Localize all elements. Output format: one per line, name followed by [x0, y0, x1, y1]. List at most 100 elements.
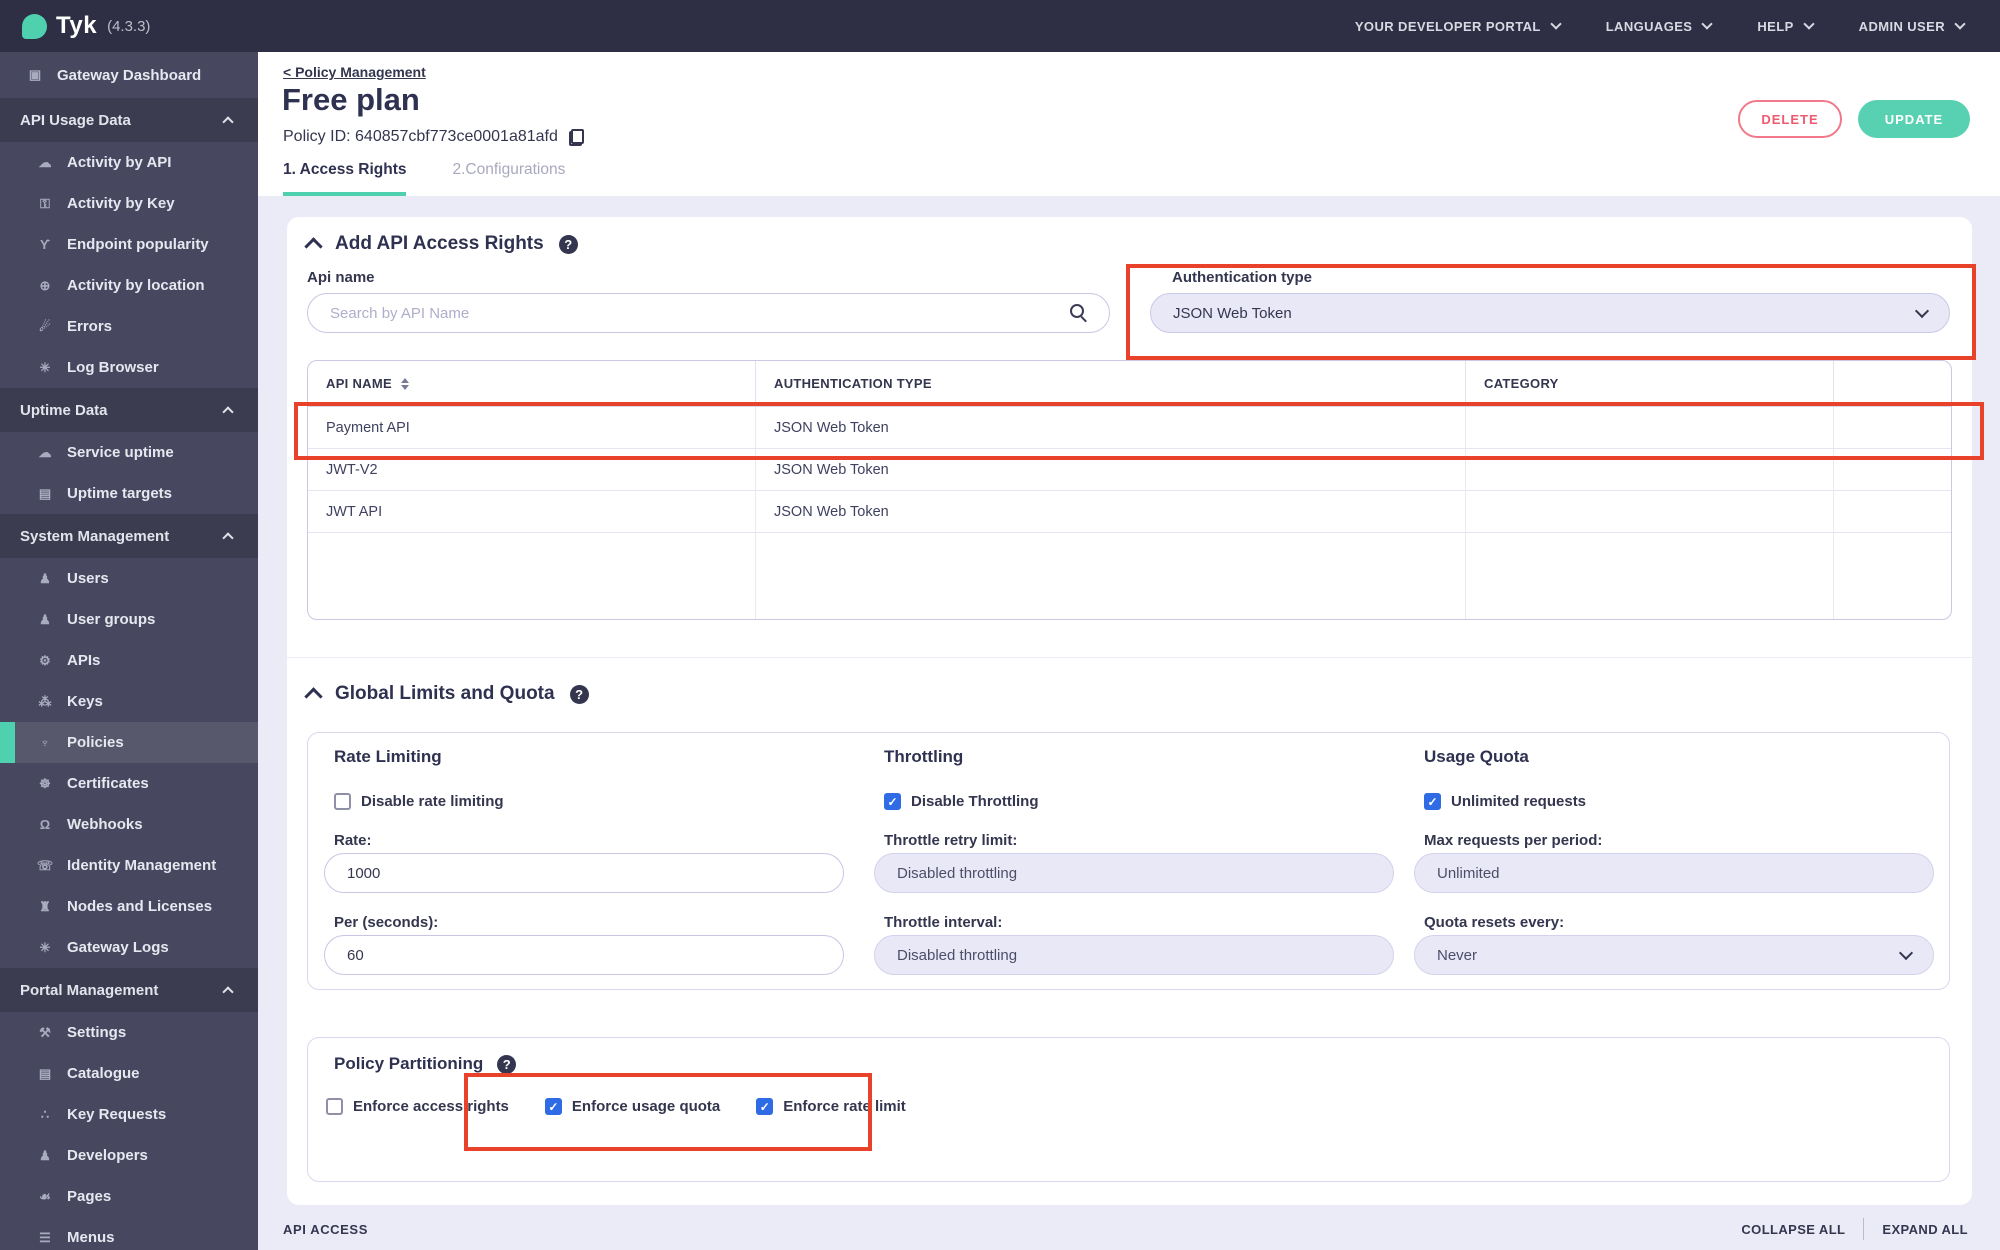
sidebar-item-keys[interactable]: ⁂ Keys	[0, 681, 258, 722]
sidebar-item-activity-by-key[interactable]: ⚿ Activity by Key	[0, 183, 258, 224]
page-title: Free plan	[282, 82, 420, 117]
delete-button[interactable]: DELETE	[1738, 100, 1842, 138]
list-icon: ▤	[38, 1065, 52, 1081]
auth-type-select[interactable]: JSON Web Token	[1150, 293, 1950, 333]
disable-rate-limiting-checkbox[interactable]	[334, 793, 351, 810]
topbar: Tyk (4.3.3) YOUR DEVELOPER PORTAL LANGUAG…	[0, 0, 2000, 52]
enforce-access-rights-checkbox[interactable]	[326, 1098, 343, 1115]
quota-resets-select[interactable]: Never	[1414, 935, 1934, 975]
column-header-category[interactable]: CATEGORY	[1466, 361, 1834, 407]
sidebar-section-uptime-data[interactable]: Uptime Data	[0, 388, 258, 432]
sidebar-item-policies[interactable]: ♆ Policies	[0, 722, 258, 763]
checkbox-label: Unlimited requests	[1451, 793, 1587, 810]
collapse-chevron-icon[interactable]	[304, 686, 323, 706]
column-header-auth-type[interactable]: AUTHENTICATION TYPE	[756, 361, 1466, 407]
limits-box: Rate Limiting Disable rate limiting Rate…	[307, 732, 1950, 990]
unlimited-requests-checkbox[interactable]	[1424, 793, 1441, 810]
table-cell[interactable]: JSON Web Token	[756, 449, 1466, 491]
menu-icon: ☰	[39, 1229, 51, 1245]
sidebar-item-user-groups[interactable]: ♟ User groups	[0, 599, 258, 640]
table-cell[interactable]: JSON Web Token	[756, 491, 1466, 533]
sidebar-item-certificates[interactable]: ☸ Certificates	[0, 763, 258, 804]
expand-all-button[interactable]: EXPAND ALL	[1882, 1222, 1968, 1237]
enforce-usage-quota-checkbox[interactable]	[544, 1098, 562, 1115]
paw-icon: ∴	[40, 1106, 50, 1122]
sidebar-item-settings[interactable]: ⚒ Settings	[0, 1012, 258, 1053]
table-cell[interactable]	[1466, 449, 1834, 491]
api-search-input[interactable]	[307, 293, 1110, 333]
disable-throttling-checkbox[interactable]	[884, 793, 901, 810]
max-requests-field: Unlimited	[1414, 853, 1934, 893]
sidebar-item-log-browser[interactable]: ✳ Log Browser	[0, 347, 258, 388]
building-icon: ♜	[39, 898, 51, 914]
enforce-rate-limit-checkbox[interactable]	[756, 1098, 774, 1115]
gears-icon: ⚙	[39, 652, 51, 668]
bell-icon: Ω	[39, 817, 51, 832]
help-icon[interactable]	[558, 234, 578, 254]
sidebar-item-key-requests[interactable]: ∴ Key Requests	[0, 1094, 258, 1135]
table-cell[interactable]	[1834, 449, 1951, 491]
table-cell[interactable]: JWT API	[308, 491, 756, 533]
sidebar-nav: ▣ Gateway Dashboard API Usage Data ☁ Activit…	[0, 52, 258, 1250]
table-cell[interactable]: JWT-V2	[308, 449, 756, 491]
table-cell[interactable]	[1466, 407, 1834, 449]
topbar-menu-help[interactable]: HELP	[1757, 18, 1815, 34]
footer-divider	[1863, 1218, 1865, 1240]
tyk-dashboard-page: Tyk (4.3.3) YOUR DEVELOPER PORTAL LANGUAG…	[0, 0, 2000, 1250]
copy-icon[interactable]	[568, 128, 584, 146]
brand-name: Tyk	[56, 12, 98, 39]
sidebar-section-api-usage-data[interactable]: API Usage Data	[0, 98, 258, 142]
per-seconds-input[interactable]	[324, 935, 844, 975]
sidebar-item-identity-management[interactable]: ☏ Identity Management	[0, 845, 258, 886]
topbar-menu-languages[interactable]: LANGUAGES	[1606, 18, 1714, 34]
limits-section-header: Global Limits and Quota	[304, 683, 589, 706]
topbar-menu-your-developer-portal[interactable]: YOUR DEVELOPER PORTAL	[1355, 18, 1562, 34]
help-icon[interactable]	[569, 684, 589, 704]
unlimited-requests-row: Unlimited requests	[1424, 793, 1586, 810]
sidebar-section-portal-management[interactable]: Portal Management	[0, 968, 258, 1012]
help-icon[interactable]	[497, 1054, 517, 1074]
sidebar-item-developers[interactable]: ♟ Developers	[0, 1135, 258, 1176]
sidebar-item-catalogue[interactable]: ▤ Catalogue	[0, 1053, 258, 1094]
key-icon: ⚿	[40, 195, 50, 211]
sidebar-item-gateway-logs[interactable]: ✳ Gateway Logs	[0, 927, 258, 968]
sidebar-item-endpoint-popularity[interactable]: ϒ Endpoint popularity	[0, 224, 258, 265]
quota-resets-label: Quota resets every:	[1424, 914, 1565, 931]
sidebar-item-activity-by-location[interactable]: ⊕ Activity by location	[0, 265, 258, 306]
update-button[interactable]: UPDATE	[1858, 100, 1970, 138]
search-icon[interactable]	[1070, 304, 1088, 322]
sidebar-item-uptime-targets[interactable]: ▤ Uptime targets	[0, 473, 258, 514]
column-header-api-name[interactable]: API NAME	[308, 361, 756, 407]
tab-access-rights[interactable]: 1. Access Rights	[283, 161, 407, 196]
rate-limiting-column: Rate Limiting Disable rate limiting Rate…	[324, 733, 844, 989]
table-cell[interactable]	[1466, 491, 1834, 533]
sidebar-item-nodes-and-licenses[interactable]: ♜ Nodes and Licenses	[0, 886, 258, 927]
sidebar-section-system-management[interactable]: System Management	[0, 514, 258, 558]
table-cell[interactable]: JSON Web Token	[756, 407, 1466, 449]
topbar-menu-admin-user[interactable]: ADMIN USER	[1859, 18, 1966, 34]
chevron-down-icon	[1898, 945, 1914, 961]
sidebar-item-menus[interactable]: ☰ Menus	[0, 1217, 258, 1250]
partition-option-enforce-access-rights: Enforce access rights	[326, 1098, 509, 1115]
tyk-logo[interactable]: Tyk	[22, 12, 97, 40]
table-cell[interactable]: Payment API	[308, 407, 756, 449]
sidebar-item-errors[interactable]: ☄ Errors	[0, 306, 258, 347]
collapse-all-button[interactable]: COLLAPSE ALL	[1741, 1222, 1845, 1237]
throttle-retry-label: Throttle retry limit:	[884, 832, 1018, 849]
table-filler	[756, 533, 1466, 619]
sidebar-item-apis[interactable]: ⚙ APIs	[0, 640, 258, 681]
sidebar-item-service-uptime[interactable]: ☁ Service uptime	[0, 432, 258, 473]
sidebar-item-gateway-dashboard[interactable]: ▣ Gateway Dashboard	[0, 52, 258, 98]
sidebar-item-users[interactable]: ♟ Users	[0, 558, 258, 599]
sidebar-item-pages[interactable]: ☙ Pages	[0, 1176, 258, 1217]
table-cell[interactable]	[1834, 491, 1951, 533]
rate-input[interactable]	[324, 853, 844, 893]
tab-configurations[interactable]: 2.Configurations	[452, 161, 565, 196]
sidebar-item-webhooks[interactable]: Ω Webhooks	[0, 804, 258, 845]
usage-quota-column: Usage Quota Unlimited requests Max reque…	[1414, 733, 1934, 989]
collapse-chevron-icon[interactable]	[304, 236, 323, 256]
auth-type-group: JSON Web Token	[1150, 293, 1950, 333]
table-cell[interactable]	[1834, 407, 1951, 449]
sidebar-item-activity-by-api[interactable]: ☁ Activity by API	[0, 142, 258, 183]
breadcrumb[interactable]: < Policy Management	[283, 64, 426, 80]
